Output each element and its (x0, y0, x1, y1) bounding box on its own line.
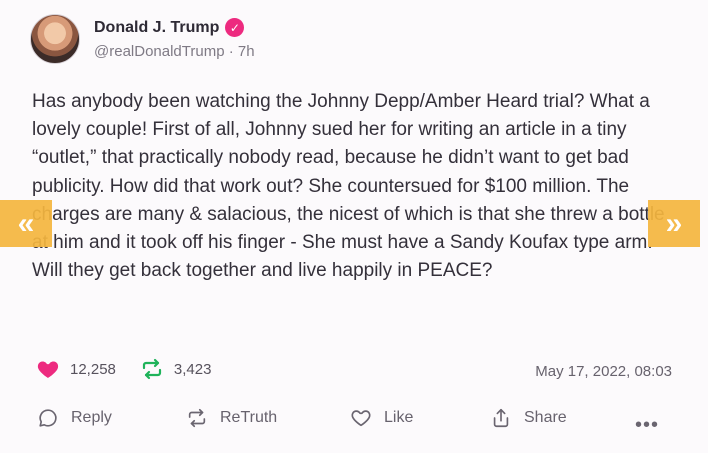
retruths-stat[interactable]: 3,423 (140, 357, 212, 381)
reply-icon (39, 409, 57, 427)
previous-arrow-button[interactable]: « (0, 200, 52, 247)
post-stats: 12,258 3,423 (36, 357, 235, 381)
more-options-icon[interactable]: ••• (635, 414, 659, 437)
retruth-button[interactable]: ReTruth (186, 407, 277, 429)
author-name-row: Donald J. Trump ✓ (94, 18, 255, 37)
avatar[interactable] (30, 14, 80, 64)
retruth-label: ReTruth (220, 409, 278, 426)
author-info: Donald J. Trump ✓ @realDonaldTrump · 7h (94, 18, 255, 60)
retruth-icon (142, 358, 161, 380)
post-timestamp[interactable]: May 17, 2022, 08:03 (535, 363, 672, 380)
share-label: Share (524, 409, 567, 426)
like-button[interactable]: Like (350, 407, 413, 429)
reply-label: Reply (71, 409, 112, 426)
author-handle[interactable]: @realDonaldTrump · 7h (94, 43, 255, 60)
like-label: Like (384, 409, 414, 426)
share-button[interactable]: Share (490, 407, 567, 429)
heart-icon (37, 361, 59, 378)
verified-check-icon: ✓ (225, 18, 245, 37)
post-body-text: Has anybody been watching the Johnny Dep… (32, 91, 665, 282)
truth-post-card: Donald J. Trump ✓ @realDonaldTrump · 7h … (0, 0, 708, 453)
retruth-action-icon (188, 408, 206, 428)
share-icon (493, 408, 509, 428)
next-arrow-button[interactable]: » (648, 200, 700, 247)
reply-button[interactable]: Reply (37, 407, 112, 429)
likes-count: 12,258 (70, 360, 116, 378)
likes-stat[interactable]: 12,258 (36, 357, 116, 381)
retruths-count: 3,423 (173, 360, 212, 378)
heart-outline-icon (351, 410, 371, 427)
post-header: Donald J. Trump ✓ @realDonaldTrump · 7h (30, 14, 255, 64)
author-display-name[interactable]: Donald J. Trump (94, 19, 219, 37)
